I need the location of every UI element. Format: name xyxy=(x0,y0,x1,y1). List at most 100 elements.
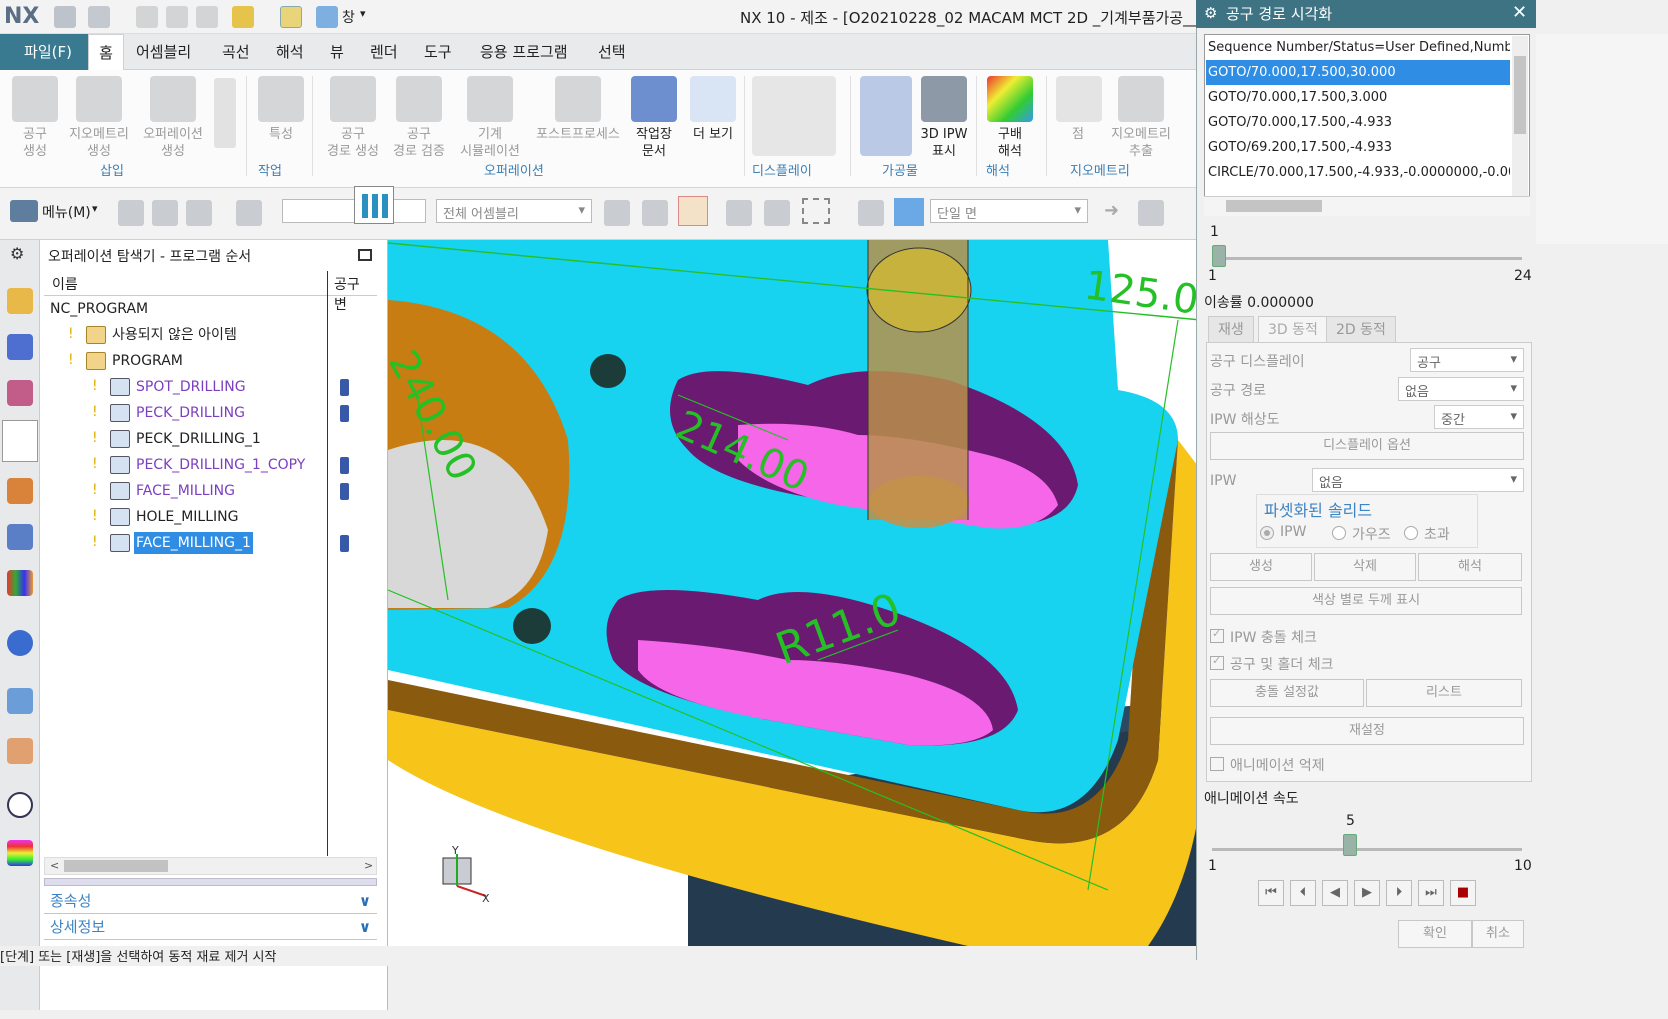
position-slider-thumb[interactable] xyxy=(1212,245,1226,267)
draft-analysis-button[interactable]: 구배 해석 xyxy=(984,76,1036,160)
step-forward-icon[interactable]: ⏵ xyxy=(1386,880,1412,906)
solid-body-icon[interactable] xyxy=(894,198,924,226)
tool-display-dropdown[interactable]: 공구 ▾ xyxy=(1410,348,1524,372)
scroll-left-icon[interactable]: < xyxy=(50,859,59,872)
speed-slider-track[interactable] xyxy=(1212,848,1522,851)
grid-menu-icon[interactable] xyxy=(354,186,394,224)
toolbar-icon[interactable] xyxy=(118,200,144,226)
delete-button[interactable]: 삭제 xyxy=(1314,553,1416,581)
step-back-icon[interactable]: ⏴ xyxy=(1290,880,1316,906)
display-options-button[interactable]: 디스플레이 옵션 xyxy=(1210,432,1524,460)
radio-excess[interactable] xyxy=(1404,526,1418,540)
skip-to-start-icon[interactable]: ⏮ xyxy=(1258,880,1284,906)
reset-button[interactable]: 재설정 xyxy=(1210,717,1524,745)
toolbar-icon[interactable] xyxy=(858,200,884,226)
ipw-collision-checkbox[interactable]: ✓ xyxy=(1210,627,1224,643)
resource-icon[interactable] xyxy=(7,478,33,504)
paste-icon[interactable] xyxy=(196,6,218,28)
play-icon[interactable]: ▶ xyxy=(1354,880,1380,906)
splitter[interactable] xyxy=(44,878,377,886)
dependencies-section[interactable]: 종속성 ∨ xyxy=(44,889,377,914)
menu-view[interactable]: 뷰 xyxy=(324,34,350,70)
resource-icon[interactable] xyxy=(7,688,33,714)
create-button[interactable]: 생성 xyxy=(1210,553,1312,581)
column-name[interactable]: 이름 xyxy=(52,274,78,294)
tab-replay[interactable]: 재생 xyxy=(1208,316,1254,342)
close-icon[interactable]: ✕ xyxy=(1512,2,1527,23)
stop-icon[interactable]: ■ xyxy=(1450,880,1476,906)
create-tool-button[interactable]: 공구 생성 xyxy=(10,76,60,160)
settings-icon[interactable]: ⚙ xyxy=(1204,4,1217,22)
window-dropdown-icon[interactable]: ▾ xyxy=(360,7,366,20)
menu-dropdown-icon[interactable]: ▾ xyxy=(92,202,98,215)
toolbar-icon[interactable] xyxy=(642,200,668,226)
display-tools-icons[interactable] xyxy=(752,76,836,156)
toolpath-list-item[interactable]: CIRCLE/70.000,17.500,-4.933,-0.0000000,-… xyxy=(1206,160,1510,185)
toolpath-list-item[interactable]: GOTO/70.000,17.500,-4.933 xyxy=(1206,110,1510,135)
extract-geometry-button[interactable]: 지오메트리 추출 xyxy=(1104,76,1178,160)
menu-tools[interactable]: 도구 xyxy=(418,34,458,70)
hscroll-thumb[interactable] xyxy=(1226,200,1322,212)
shop-docs-button[interactable]: 작업장 문서 xyxy=(630,76,678,160)
skip-to-end-icon[interactable]: ⏭ xyxy=(1418,880,1444,906)
collision-settings-button[interactable]: 충돌 설정값 xyxy=(1210,679,1364,707)
clock-icon[interactable] xyxy=(7,792,33,818)
insert-small-icons[interactable] xyxy=(214,78,236,148)
tool-holder-checkbox[interactable]: ✓ xyxy=(1210,654,1224,670)
menu-select[interactable]: 선택 xyxy=(592,34,632,70)
scroll-right-icon[interactable]: > xyxy=(364,859,373,872)
details-section[interactable]: 상세정보 ∨ xyxy=(44,915,377,940)
copy-icon[interactable] xyxy=(166,6,188,28)
file-menu[interactable]: 파일(F) xyxy=(0,34,96,70)
menu-application[interactable]: 응용 프로그램 xyxy=(474,34,574,70)
resource-icon[interactable] xyxy=(7,570,33,596)
arrow-right-icon[interactable]: ➜ xyxy=(1104,200,1126,221)
verify-toolpath-button[interactable]: 공구 경로 검증 xyxy=(388,76,450,160)
menu-analysis[interactable]: 해석 xyxy=(270,34,310,70)
window-menu[interactable]: 창 xyxy=(342,7,355,27)
machine-simulation-button[interactable]: 기계 시뮬레이션 xyxy=(454,76,526,160)
point-button[interactable]: 점 xyxy=(1056,76,1102,143)
tool-path-dropdown[interactable]: 없음 ▾ xyxy=(1398,377,1524,401)
ipw-resolution-dropdown[interactable]: 중간 ▾ xyxy=(1434,405,1524,429)
create-operation-button[interactable]: 오퍼레이션 생성 xyxy=(138,76,208,160)
toolbar-icon[interactable] xyxy=(186,200,212,226)
cut-icon[interactable] xyxy=(136,6,158,28)
list-button[interactable]: 리스트 xyxy=(1366,679,1522,707)
menu-icon[interactable] xyxy=(10,200,38,222)
toolpath-list-item[interactable]: GOTO/70.000,17.500,3.000 xyxy=(1206,85,1510,110)
vscroll-thumb[interactable] xyxy=(1514,56,1526,134)
assembly-filter-dropdown[interactable]: 전체 어셈블리 ▾ xyxy=(436,199,592,223)
analyze-button[interactable]: 해석 xyxy=(1418,553,1522,581)
tab-3d-dynamic[interactable]: 3D 동적 xyxy=(1258,316,1328,342)
resource-icon[interactable] xyxy=(7,288,33,314)
toolbar-icon[interactable] xyxy=(152,200,178,226)
toolpath-list-item[interactable]: GOTO/69.200,17.500,-4.933 xyxy=(1206,135,1510,160)
ipw-dropdown[interactable]: 없음 ▾ xyxy=(1312,468,1524,492)
window-icon[interactable] xyxy=(316,6,338,28)
toolbar-icon[interactable] xyxy=(604,200,630,226)
show-3d-ipw-button[interactable]: 3D IPW 표시 xyxy=(918,76,970,160)
undo-icon[interactable] xyxy=(88,6,110,28)
box-select-icon[interactable] xyxy=(802,198,830,224)
menu-curve[interactable]: 곡선 xyxy=(216,34,256,70)
cancel-button[interactable]: 취소 xyxy=(1472,920,1524,948)
menu-button[interactable]: 메뉴(M) xyxy=(42,202,91,222)
maximize-icon[interactable] xyxy=(358,249,372,261)
speed-slider-thumb[interactable] xyxy=(1342,834,1357,856)
create-geometry-button[interactable]: 지오메트리 생성 xyxy=(62,76,136,160)
postprocess-button[interactable]: 포스트프로세스 xyxy=(530,76,626,143)
ok-button[interactable]: 확인 xyxy=(1398,920,1472,948)
toolbar-icon[interactable] xyxy=(1138,200,1164,226)
select-icon[interactable] xyxy=(280,6,302,28)
resource-icon[interactable] xyxy=(7,840,33,866)
tab-2d-dynamic[interactable]: 2D 동적 xyxy=(1326,316,1396,342)
more-button[interactable]: 더 보기 xyxy=(686,76,740,143)
operation-navigator-tab[interactable] xyxy=(2,420,38,462)
info-icon[interactable] xyxy=(7,630,33,656)
resource-icon[interactable] xyxy=(7,524,33,550)
position-slider-track[interactable] xyxy=(1218,257,1522,260)
menu-render[interactable]: 렌더 xyxy=(364,34,404,70)
generate-toolpath-button[interactable]: 공구 경로 생성 xyxy=(322,76,384,160)
toolpath-list-item[interactable]: Sequence Number/Status=User Defined,Numb… xyxy=(1206,35,1510,60)
